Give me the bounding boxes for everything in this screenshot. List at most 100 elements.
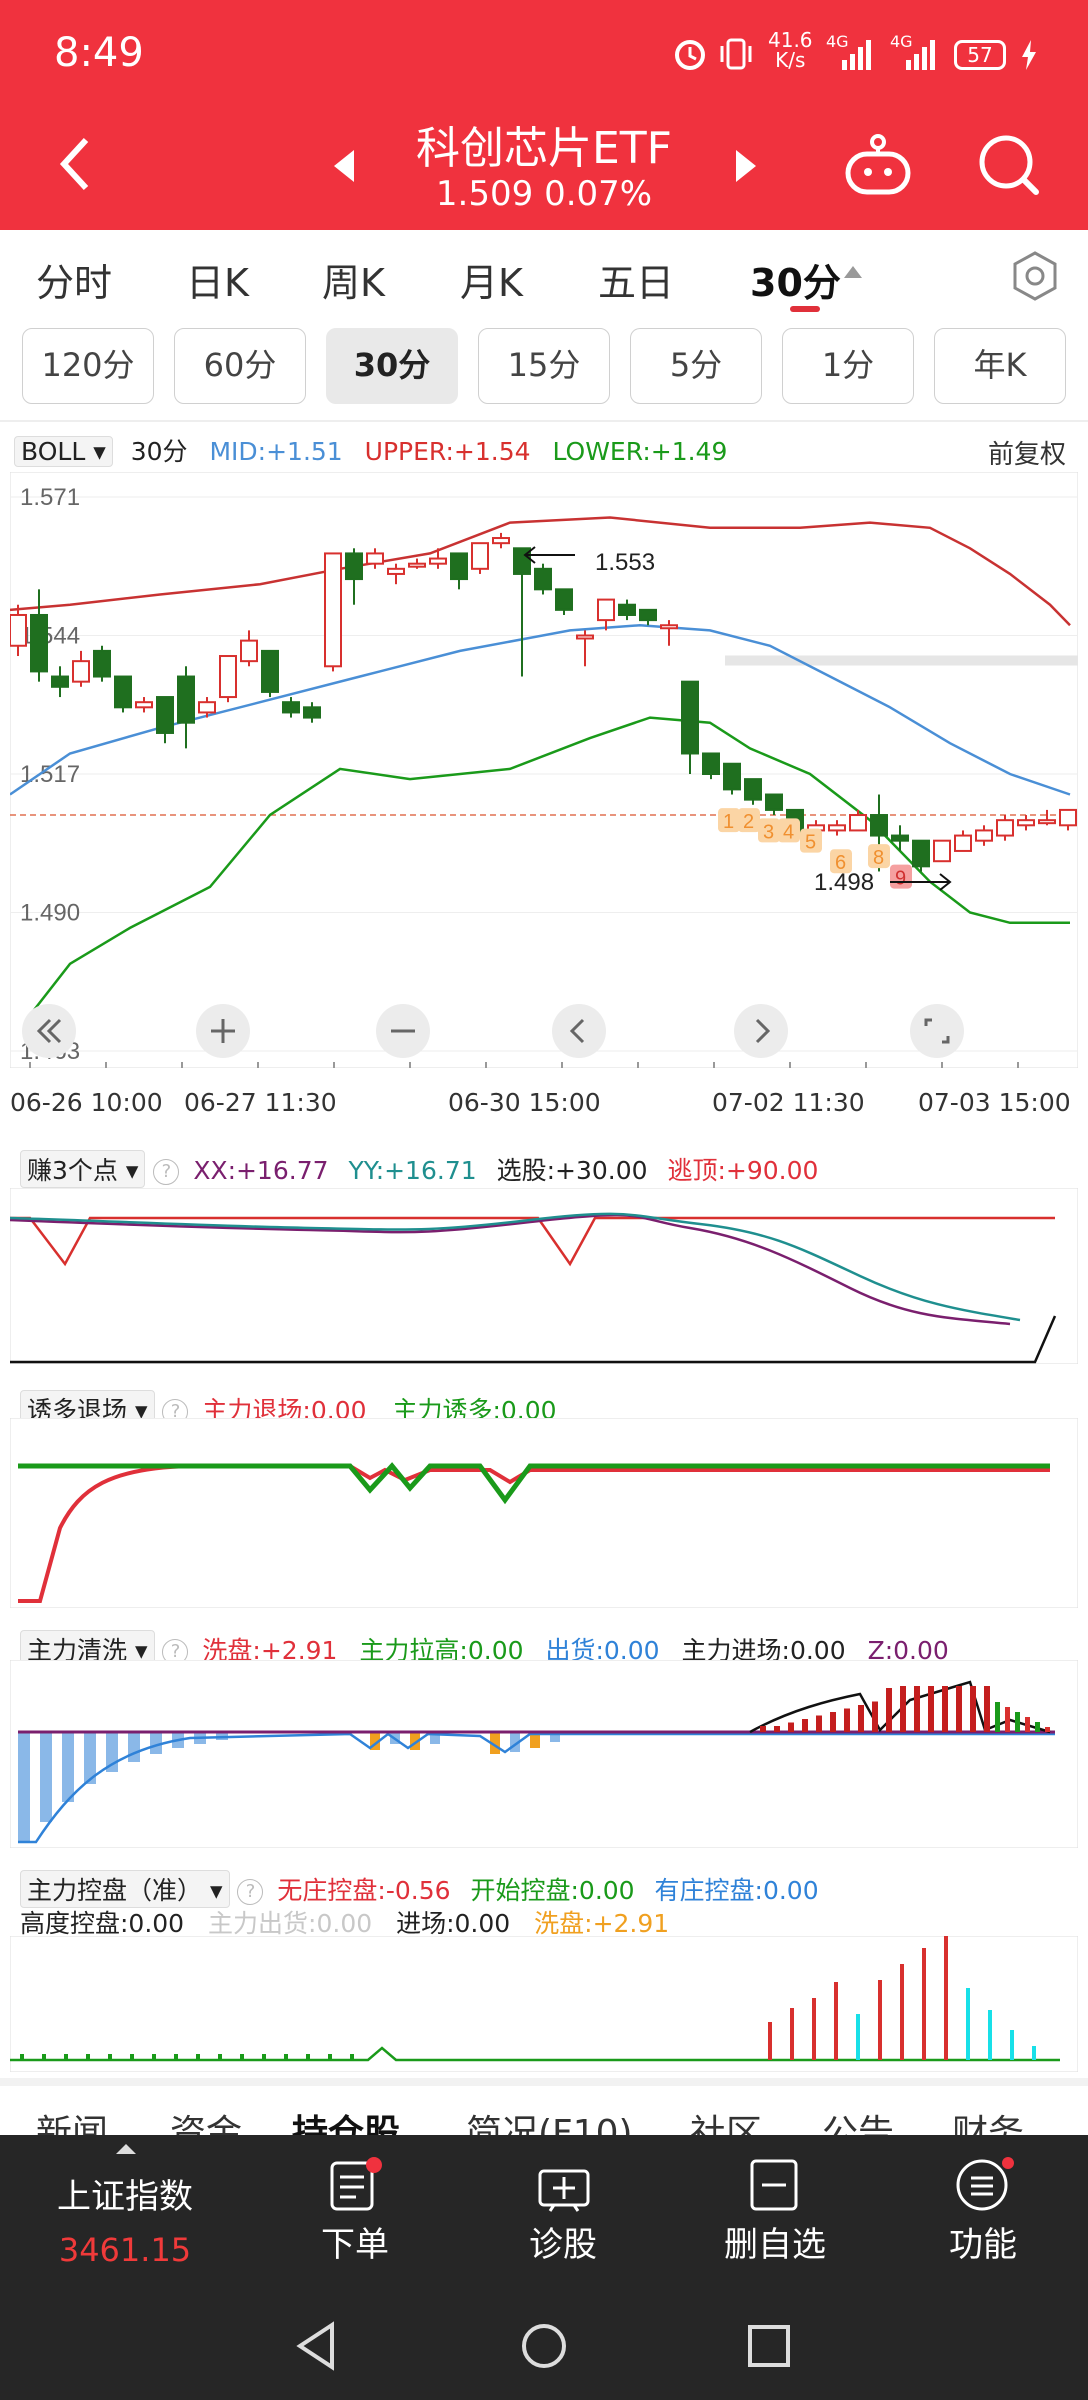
next-stock-icon[interactable]	[730, 146, 760, 190]
sequence-number: 1	[723, 811, 734, 833]
menu-icon[interactable]	[954, 2157, 1014, 2217]
news-tab-f10[interactable]: 简况(F10)	[466, 2104, 633, 2135]
net-speed: 41.6 K/s	[768, 30, 813, 70]
function-label[interactable]: 功能	[928, 2217, 1038, 2266]
resistance-band	[725, 655, 1078, 666]
candle-body	[954, 834, 972, 852]
scroll-left-fast-button[interactable]	[22, 1004, 76, 1058]
diagnose-label[interactable]: 诊股	[508, 2217, 618, 2266]
nav-back-icon[interactable]	[294, 2321, 338, 2375]
remove-watchlist-icon[interactable]	[746, 2157, 802, 2217]
news-tab-finance[interactable]: 财务	[952, 2104, 1024, 2135]
tab-week-k[interactable]: 周K	[322, 252, 385, 307]
scroll-right-button[interactable]	[734, 1004, 788, 1058]
subtab-15min[interactable]: 15分	[478, 328, 610, 404]
news-tab-community[interactable]: 社区	[690, 2104, 762, 2135]
enter-bar	[760, 1726, 766, 1732]
candle-body	[1059, 808, 1077, 827]
wash-bar	[18, 1732, 30, 1842]
enter-bar	[914, 1686, 920, 1732]
low-price-label: 1.498	[814, 869, 874, 896]
ind1-chart	[10, 1188, 1078, 1364]
adjust-mode[interactable]: 前复权	[988, 434, 1066, 471]
ind4-dropdown[interactable]: 主力控盘（准） ▾	[20, 1870, 230, 1908]
y-axis-label: 1.544	[20, 623, 80, 650]
chart-frame	[10, 472, 1078, 1068]
candle-body	[996, 819, 1014, 837]
y-axis-label: 1.517	[20, 761, 80, 788]
back-icon[interactable]	[56, 134, 96, 198]
vibrate-icon	[716, 36, 756, 76]
candle-body	[828, 824, 846, 832]
battery-icon: 57	[954, 40, 1006, 70]
candle-body	[765, 793, 783, 811]
x-label-2: 06-27 11:30	[184, 1088, 337, 1117]
tab-month-k[interactable]: 月K	[460, 252, 523, 307]
nav-recent-icon[interactable]	[746, 2323, 792, 2373]
news-tab-holdings[interactable]: 持仓股	[292, 2104, 400, 2135]
kline-chart[interactable]: 1.5711.5441.5171.4901.463123456891.5531.…	[10, 472, 1078, 1068]
tab-five-day[interactable]: 五日	[598, 252, 674, 307]
enter-bar	[1035, 1722, 1040, 1732]
tab-30min[interactable]: 30分	[750, 252, 841, 307]
subtab-year-k[interactable]: 年K	[934, 328, 1066, 404]
ind4-nozhuang: 无庄控盘:-0.56	[277, 1876, 451, 1905]
panel-frame	[10, 1188, 1078, 1364]
small-bar	[174, 2054, 178, 2060]
remove-watchlist-label[interactable]: 删自选	[710, 2217, 840, 2266]
news-tabs: 新闻 资金 持仓股 简况(F10) 社区 公告 财务	[0, 2078, 1088, 2135]
subtab-30min[interactable]: 30分	[326, 328, 458, 404]
small-bar	[86, 2054, 90, 2060]
index-name[interactable]: 上证指数	[40, 2169, 210, 2218]
news-tab-funds[interactable]: 资金	[170, 2104, 242, 2135]
y-axis-label: 1.490	[20, 900, 80, 927]
scroll-left-button[interactable]	[552, 1004, 606, 1058]
charging-icon	[1020, 40, 1038, 74]
candle-body	[10, 613, 27, 647]
ind4-has: 有庄控盘:0.00	[654, 1876, 819, 1905]
search-icon[interactable]	[976, 132, 1042, 202]
subtab-1min[interactable]: 1分	[782, 328, 914, 404]
subtab-120min[interactable]: 120分	[22, 328, 154, 404]
news-tab-news[interactable]: 新闻	[36, 2104, 108, 2135]
divider	[0, 420, 1088, 422]
help-icon[interactable]: ?	[153, 1159, 180, 1185]
wash-bar	[128, 1732, 140, 1762]
news-tab-announce[interactable]: 公告	[822, 2104, 894, 2135]
settings-icon[interactable]	[1010, 250, 1060, 306]
subtab-60min[interactable]: 60分	[174, 328, 306, 404]
fullscreen-button[interactable]	[910, 1004, 964, 1058]
zoom-in-button[interactable]	[196, 1004, 250, 1058]
ind4-start: 开始控盘:0.00	[470, 1876, 635, 1905]
subtab-5min[interactable]: 5分	[630, 328, 762, 404]
robot-assistant-icon[interactable]	[842, 130, 914, 204]
help-icon[interactable]: ?	[237, 1879, 264, 1905]
caret-up-icon	[114, 2141, 138, 2160]
ind1-xx: XX:+16.77	[193, 1156, 329, 1185]
enter-bar	[872, 1701, 878, 1732]
ind1-name: 赚3个点	[27, 1156, 118, 1185]
small-bar	[108, 2054, 112, 2060]
zoom-out-button[interactable]	[376, 1004, 430, 1058]
high-price-label: 1.553	[595, 549, 655, 576]
order-icon[interactable]	[326, 2157, 382, 2217]
alarm-icon	[672, 36, 708, 76]
candle-body	[1038, 819, 1056, 825]
ind1-dropdown[interactable]: 赚3个点 ▾	[20, 1150, 146, 1188]
indicator-dropdown[interactable]: BOLL ▾	[14, 436, 113, 467]
small-bar	[196, 2054, 200, 2060]
candle-body	[492, 537, 510, 545]
enter-bar	[900, 1686, 906, 1732]
stock-header: 科创芯片ETF 1.509 0.07%	[0, 112, 1088, 230]
candle-body	[240, 639, 258, 663]
order-label[interactable]: 下单	[300, 2217, 410, 2266]
tab-timeshare[interactable]: 分时	[36, 252, 112, 307]
diagnose-icon[interactable]	[536, 2159, 592, 2219]
nav-home-icon[interactable]	[520, 2321, 568, 2375]
x-label-5: 07-03 15:00	[918, 1088, 1071, 1117]
candle-body	[345, 552, 363, 581]
ind4-legend: 主力控盘（准） ▾ ? 无庄控盘:-0.56 开始控盘:0.00 有庄控盘:0.…	[20, 1870, 819, 1908]
control-bar	[878, 1980, 882, 2060]
candle-body	[639, 608, 657, 622]
tab-day-k[interactable]: 日K	[186, 252, 249, 307]
